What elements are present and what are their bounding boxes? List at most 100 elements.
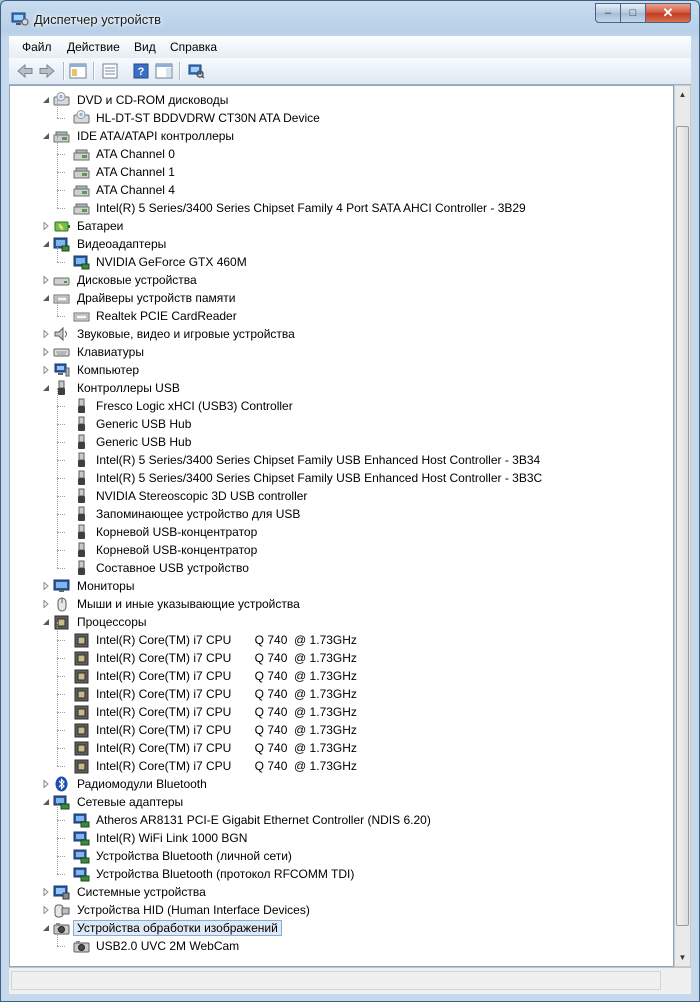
expanded-arrow-icon[interactable] bbox=[42, 384, 50, 392]
tree-device[interactable]: Устройства Bluetooth (протокол RFCOMM TD… bbox=[10, 856, 670, 883]
tree-category[interactable]: Радиомодули Bluetooth bbox=[10, 775, 670, 793]
collapsed-arrow-icon[interactable] bbox=[42, 276, 50, 284]
action-pane-button[interactable] bbox=[154, 61, 174, 81]
tree-category[interactable]: Контроллеры USB bbox=[10, 379, 670, 397]
scrollbar-thumb[interactable] bbox=[676, 126, 689, 926]
tree-category[interactable]: Звуковые, видео и игровые устройства bbox=[10, 325, 670, 343]
expanded-arrow-icon[interactable] bbox=[42, 294, 50, 302]
tree-category[interactable]: Сетевые адаптеры bbox=[10, 793, 670, 811]
tree-connector bbox=[57, 154, 58, 172]
tree-connector bbox=[57, 478, 65, 479]
minimize-button[interactable]: – bbox=[595, 3, 621, 23]
tree-device[interactable]: Atheros AR8131 PCI-E Gigabit Ethernet Co… bbox=[10, 802, 670, 829]
tree-category[interactable]: Драйверы устройств памяти bbox=[10, 289, 670, 307]
tree-item-label: Сетевые адаптеры bbox=[77, 795, 184, 809]
properties-button[interactable] bbox=[100, 61, 120, 81]
tree-device[interactable]: Intel(R) Core(TM) i7 CPU Q 740 @ 1.73GHz bbox=[10, 622, 670, 649]
close-button[interactable]: ✕ bbox=[646, 3, 691, 23]
processor-icon bbox=[54, 615, 69, 630]
tree-device[interactable]: Запоминающее устройство для USB bbox=[10, 496, 670, 523]
tree-device[interactable]: Fresco Logic xHCI (USB3) Controller bbox=[10, 388, 670, 415]
collapsed-arrow-icon[interactable] bbox=[42, 582, 50, 590]
tree-connector bbox=[57, 766, 65, 767]
window-title: Диспетчер устройств bbox=[34, 12, 162, 27]
title-bar[interactable]: Диспетчер устройств – □ ✕ bbox=[1, 1, 699, 35]
tree-category[interactable]: Батареи bbox=[10, 217, 670, 235]
expanded-arrow-icon[interactable] bbox=[42, 240, 50, 248]
tree-connector bbox=[57, 820, 65, 821]
tree-connector bbox=[57, 730, 58, 748]
tree-category[interactable]: Устройства HID (Human Interface Devices) bbox=[10, 901, 670, 919]
tree-category[interactable]: Мыши и иные указывающие устройства bbox=[10, 595, 670, 613]
forward-button[interactable] bbox=[37, 61, 57, 81]
tree-category[interactable]: Мониторы bbox=[10, 577, 670, 595]
tree-device[interactable]: Составное USB устройство bbox=[10, 550, 670, 577]
tree-device[interactable]: Intel(R) Core(TM) i7 CPU Q 740 @ 1.73GHz bbox=[10, 694, 670, 721]
tree-device[interactable]: Generic USB Hub bbox=[10, 406, 670, 433]
menu-view[interactable]: Вид bbox=[134, 40, 156, 54]
tree-item-label: Радиомодули Bluetooth bbox=[77, 777, 207, 791]
tree-category[interactable]: Системные устройства bbox=[10, 883, 670, 901]
expanded-arrow-icon[interactable] bbox=[42, 132, 50, 140]
tree-device[interactable]: Realtek PCIE CardReader bbox=[10, 298, 670, 325]
scan-hardware-button[interactable] bbox=[186, 61, 206, 81]
tree-device[interactable]: NVIDIA Stereoscopic 3D USB controller bbox=[10, 478, 670, 505]
tree-device[interactable]: Intel(R) Core(TM) i7 CPU Q 740 @ 1.73GHz bbox=[10, 730, 670, 757]
device-tree[interactable]: DVD и CD-ROM дисководы HL-DT-ST BDDVDRW C… bbox=[9, 85, 674, 967]
tree-device[interactable]: Intel(R) Core(TM) i7 CPU Q 740 @ 1.73GHz bbox=[10, 640, 670, 667]
menu-file[interactable]: Файл bbox=[22, 40, 52, 54]
tree-category[interactable]: Процессоры bbox=[10, 613, 670, 631]
tree-device[interactable]: Устройства Bluetooth (личной сети) bbox=[10, 838, 670, 865]
tree-device[interactable]: ATA Channel 1 bbox=[10, 154, 670, 181]
collapsed-arrow-icon[interactable] bbox=[42, 780, 50, 788]
expanded-arrow-icon[interactable] bbox=[42, 96, 50, 104]
tree-device[interactable]: Intel(R) 5 Series/3400 Series Chipset Fa… bbox=[10, 460, 670, 487]
processor-icon bbox=[74, 759, 89, 774]
hid-icon bbox=[54, 904, 70, 918]
tree-device[interactable]: Intel(R) Core(TM) i7 CPU Q 740 @ 1.73GHz bbox=[10, 676, 670, 703]
collapsed-arrow-icon[interactable] bbox=[42, 888, 50, 896]
collapsed-arrow-icon[interactable] bbox=[42, 348, 50, 356]
show-hide-tree-button[interactable] bbox=[68, 61, 88, 81]
tree-item-label: Составное USB устройство bbox=[96, 561, 249, 575]
tree-device[interactable]: ATA Channel 4 bbox=[10, 172, 670, 199]
tree-device[interactable]: Корневой USB-концентратор bbox=[10, 514, 670, 541]
scroll-up-icon[interactable]: ▲ bbox=[675, 86, 690, 103]
menu-action[interactable]: Действие bbox=[67, 40, 120, 54]
menu-help[interactable]: Справка bbox=[170, 40, 217, 54]
status-bar bbox=[9, 967, 691, 994]
collapsed-arrow-icon[interactable] bbox=[42, 600, 50, 608]
tree-device[interactable]: ATA Channel 0 bbox=[10, 136, 670, 163]
tree-device[interactable]: Intel(R) 5 Series/3400 Series Chipset Fa… bbox=[10, 190, 670, 217]
tree-device[interactable]: Intel(R) 5 Series/3400 Series Chipset Fa… bbox=[10, 442, 670, 469]
tree-device[interactable]: NVIDIA GeForce GTX 460M bbox=[10, 244, 670, 271]
tree-category[interactable]: Устройства обработки изображений bbox=[10, 919, 670, 937]
processor-icon bbox=[74, 669, 89, 684]
expanded-arrow-icon[interactable] bbox=[42, 618, 50, 626]
tree-device[interactable]: USB2.0 UVC 2M WebCam bbox=[10, 928, 670, 955]
tree-category[interactable]: Клавиатуры bbox=[10, 343, 670, 361]
tree-device[interactable]: HL-DT-ST BDDVDRW CT30N ATA Device bbox=[10, 100, 670, 127]
expanded-arrow-icon[interactable] bbox=[42, 798, 50, 806]
back-button[interactable] bbox=[15, 61, 35, 81]
collapsed-arrow-icon[interactable] bbox=[42, 330, 50, 338]
tree-category[interactable]: Дисковые устройства bbox=[10, 271, 670, 289]
tree-device[interactable]: Корневой USB-концентратор bbox=[10, 532, 670, 559]
help-button[interactable]: ? bbox=[131, 61, 151, 81]
vertical-scrollbar[interactable]: ▲ ▼ bbox=[674, 85, 691, 967]
tree-category[interactable]: DVD и CD-ROM дисководы bbox=[10, 91, 670, 109]
tree-device[interactable]: Generic USB Hub bbox=[10, 424, 670, 451]
tree-category[interactable]: Видеоадаптеры bbox=[10, 235, 670, 253]
collapsed-arrow-icon[interactable] bbox=[42, 906, 50, 914]
scroll-down-icon[interactable]: ▼ bbox=[675, 949, 690, 966]
tree-category[interactable]: Компьютер bbox=[10, 361, 670, 379]
collapsed-arrow-icon[interactable] bbox=[42, 366, 50, 374]
tree-device[interactable]: Intel(R) Core(TM) i7 CPU Q 740 @ 1.73GHz bbox=[10, 658, 670, 685]
tree-category[interactable]: IDE ATA/ATAPI контроллеры bbox=[10, 127, 670, 145]
tree-device[interactable]: Intel(R) WiFi Link 1000 BGN bbox=[10, 820, 670, 847]
collapsed-arrow-icon[interactable] bbox=[42, 222, 50, 230]
expanded-arrow-icon[interactable] bbox=[42, 924, 50, 932]
tree-device[interactable]: Intel(R) Core(TM) i7 CPU Q 740 @ 1.73GHz bbox=[10, 712, 670, 739]
maximize-button[interactable]: □ bbox=[621, 3, 646, 23]
tree-device[interactable]: Intel(R) Core(TM) i7 CPU Q 740 @ 1.73GHz bbox=[10, 748, 670, 775]
